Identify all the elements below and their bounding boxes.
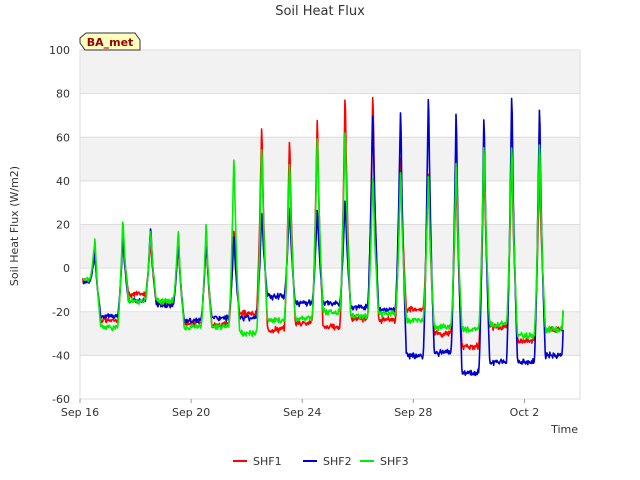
y-tick-label: 0: [63, 262, 70, 275]
y-tick-label: 100: [49, 44, 70, 57]
legend-label: SHF2: [323, 455, 352, 468]
x-axis-label: Time: [550, 423, 578, 436]
x-tick-label: Sep 24: [283, 406, 321, 419]
site-label-badge: BA_met: [79, 32, 141, 51]
y-tick-label: 60: [56, 131, 70, 144]
plot-band: [80, 50, 580, 94]
y-axis-label: Soil Heat Flux (W/m2): [8, 166, 21, 286]
soil-heat-flux-chart: Soil Heat Flux -60 -40 -20 0 20 40 60 80 100 Sep…: [8, 4, 581, 468]
x-tick-label: Oct 2: [510, 406, 540, 419]
plot-band: [80, 224, 580, 269]
legend-label: SHF1: [253, 455, 282, 468]
y-tick-label: 40: [56, 175, 70, 188]
x-tick-label: Sep 20: [172, 406, 210, 419]
y-tick-label: 20: [56, 219, 70, 232]
y-tick-label: -20: [52, 306, 70, 319]
x-axis: Sep 16 Sep 20 Sep 24 Sep 28 Oct 2: [61, 399, 539, 419]
site-label-text: BA_met: [87, 36, 134, 49]
plot-band: [80, 137, 580, 181]
legend: SHF1 SHF2 SHF3: [233, 455, 409, 468]
chart-title: Soil Heat Flux: [275, 4, 365, 19]
legend-label: SHF3: [380, 455, 409, 468]
x-tick-label: Sep 28: [394, 406, 432, 419]
plot-band: [80, 311, 580, 356]
y-tick-label: 80: [56, 88, 70, 101]
y-tick-label: -60: [52, 393, 70, 406]
x-tick-label: Sep 16: [61, 406, 99, 419]
y-tick-label: -40: [52, 349, 70, 362]
y-axis: -60 -40 -20 0 20 40 60 80 100: [49, 44, 70, 406]
